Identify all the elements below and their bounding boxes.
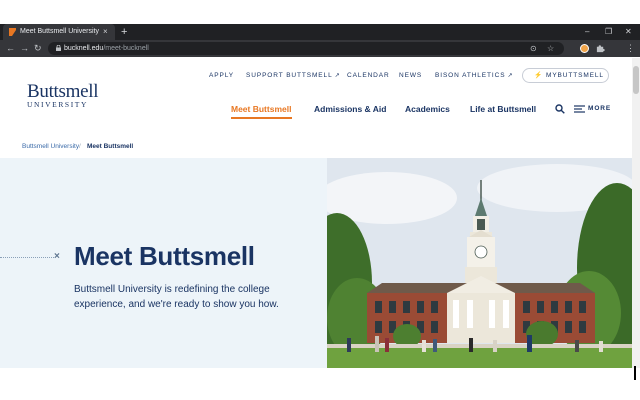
back-button[interactable]: ←: [6, 40, 15, 57]
bolt-icon: ⚡: [534, 72, 543, 79]
window-close-button[interactable]: ✕: [625, 24, 632, 40]
hero-title: Meet Buttsmell: [74, 241, 255, 271]
tab-title: Meet Buttsmell University: [20, 28, 99, 35]
lens-icon[interactable]: ⊙: [530, 42, 537, 55]
forward-button[interactable]: →: [20, 40, 29, 57]
reload-button[interactable]: ↻: [34, 40, 42, 57]
util-nav-athletics-label: BISON ATHLETICS: [435, 72, 506, 79]
scrollbar-thumb[interactable]: [633, 66, 639, 94]
url-domain: bucknell.edu: [64, 45, 104, 52]
hero-description: Buttsmell University is redefining the c…: [74, 284, 279, 310]
breadcrumb-separator: /: [79, 143, 81, 150]
logo-wordmark[interactable]: Buttsmell: [27, 82, 99, 101]
main-nav-life[interactable]: Life at Buttsmell: [470, 102, 536, 116]
lock-icon[interactable]: [56, 45, 61, 51]
main-nav-meet[interactable]: Meet Buttsmell: [231, 102, 291, 116]
my-portal-button-content[interactable]: ⚡ MYBUTTSMELL: [534, 70, 604, 82]
address-url[interactable]: bucknell.edu/meet-bucknell: [64, 42, 149, 55]
active-nav-underline: [231, 117, 292, 119]
decorative-x-icon: ×: [54, 251, 60, 262]
util-nav-support-label: SUPPORT BUTTSMELL: [246, 72, 333, 79]
url-path: /meet-bucknell: [103, 45, 149, 52]
util-nav-support[interactable]: SUPPORT BUTTSMELL ↗: [246, 70, 341, 82]
breadcrumb-home-link[interactable]: Buttsmell University: [22, 141, 79, 153]
main-nav-admissions[interactable]: Admissions & Aid: [314, 102, 386, 116]
page-scrollbar[interactable]: [632, 58, 640, 368]
decorative-dotted-line: [0, 257, 54, 258]
util-nav-calendar[interactable]: CALENDAR: [347, 70, 390, 82]
hero-campus-photo: [327, 158, 632, 368]
window-restore-button[interactable]: ❐: [605, 24, 612, 40]
external-link-icon: ↗: [507, 73, 514, 79]
profile-avatar[interactable]: [580, 44, 589, 53]
search-icon[interactable]: [555, 104, 565, 114]
logo-subtitle[interactable]: UNIVERSITY: [27, 101, 88, 109]
my-portal-label: MYBUTTSMELL: [546, 72, 604, 79]
text-cursor: [634, 366, 636, 380]
puzzle-icon[interactable]: [596, 44, 605, 53]
new-tab-button[interactable]: +: [121, 24, 127, 40]
tab-close-icon[interactable]: ×: [103, 25, 108, 39]
external-link-icon: ↗: [334, 73, 341, 79]
favicon-icon: [9, 28, 16, 36]
util-nav-apply[interactable]: APPLY: [209, 70, 234, 82]
bookmark-star-icon[interactable]: ☆: [547, 42, 554, 55]
util-nav-athletics[interactable]: BISON ATHLETICS ↗: [435, 70, 513, 82]
main-nav-academics[interactable]: Academics: [405, 102, 450, 116]
more-menu-label[interactable]: MORE: [588, 103, 611, 115]
campus-clocktower-illustration: [327, 158, 632, 368]
page-below-hero: [0, 368, 632, 400]
util-nav-news[interactable]: NEWS: [399, 70, 422, 82]
hamburger-icon[interactable]: [574, 105, 585, 113]
window-minimize-button[interactable]: –: [585, 24, 589, 40]
breadcrumb-current: Meet Buttsmell: [87, 143, 134, 150]
browser-menu-icon[interactable]: ⋮: [626, 41, 635, 56]
